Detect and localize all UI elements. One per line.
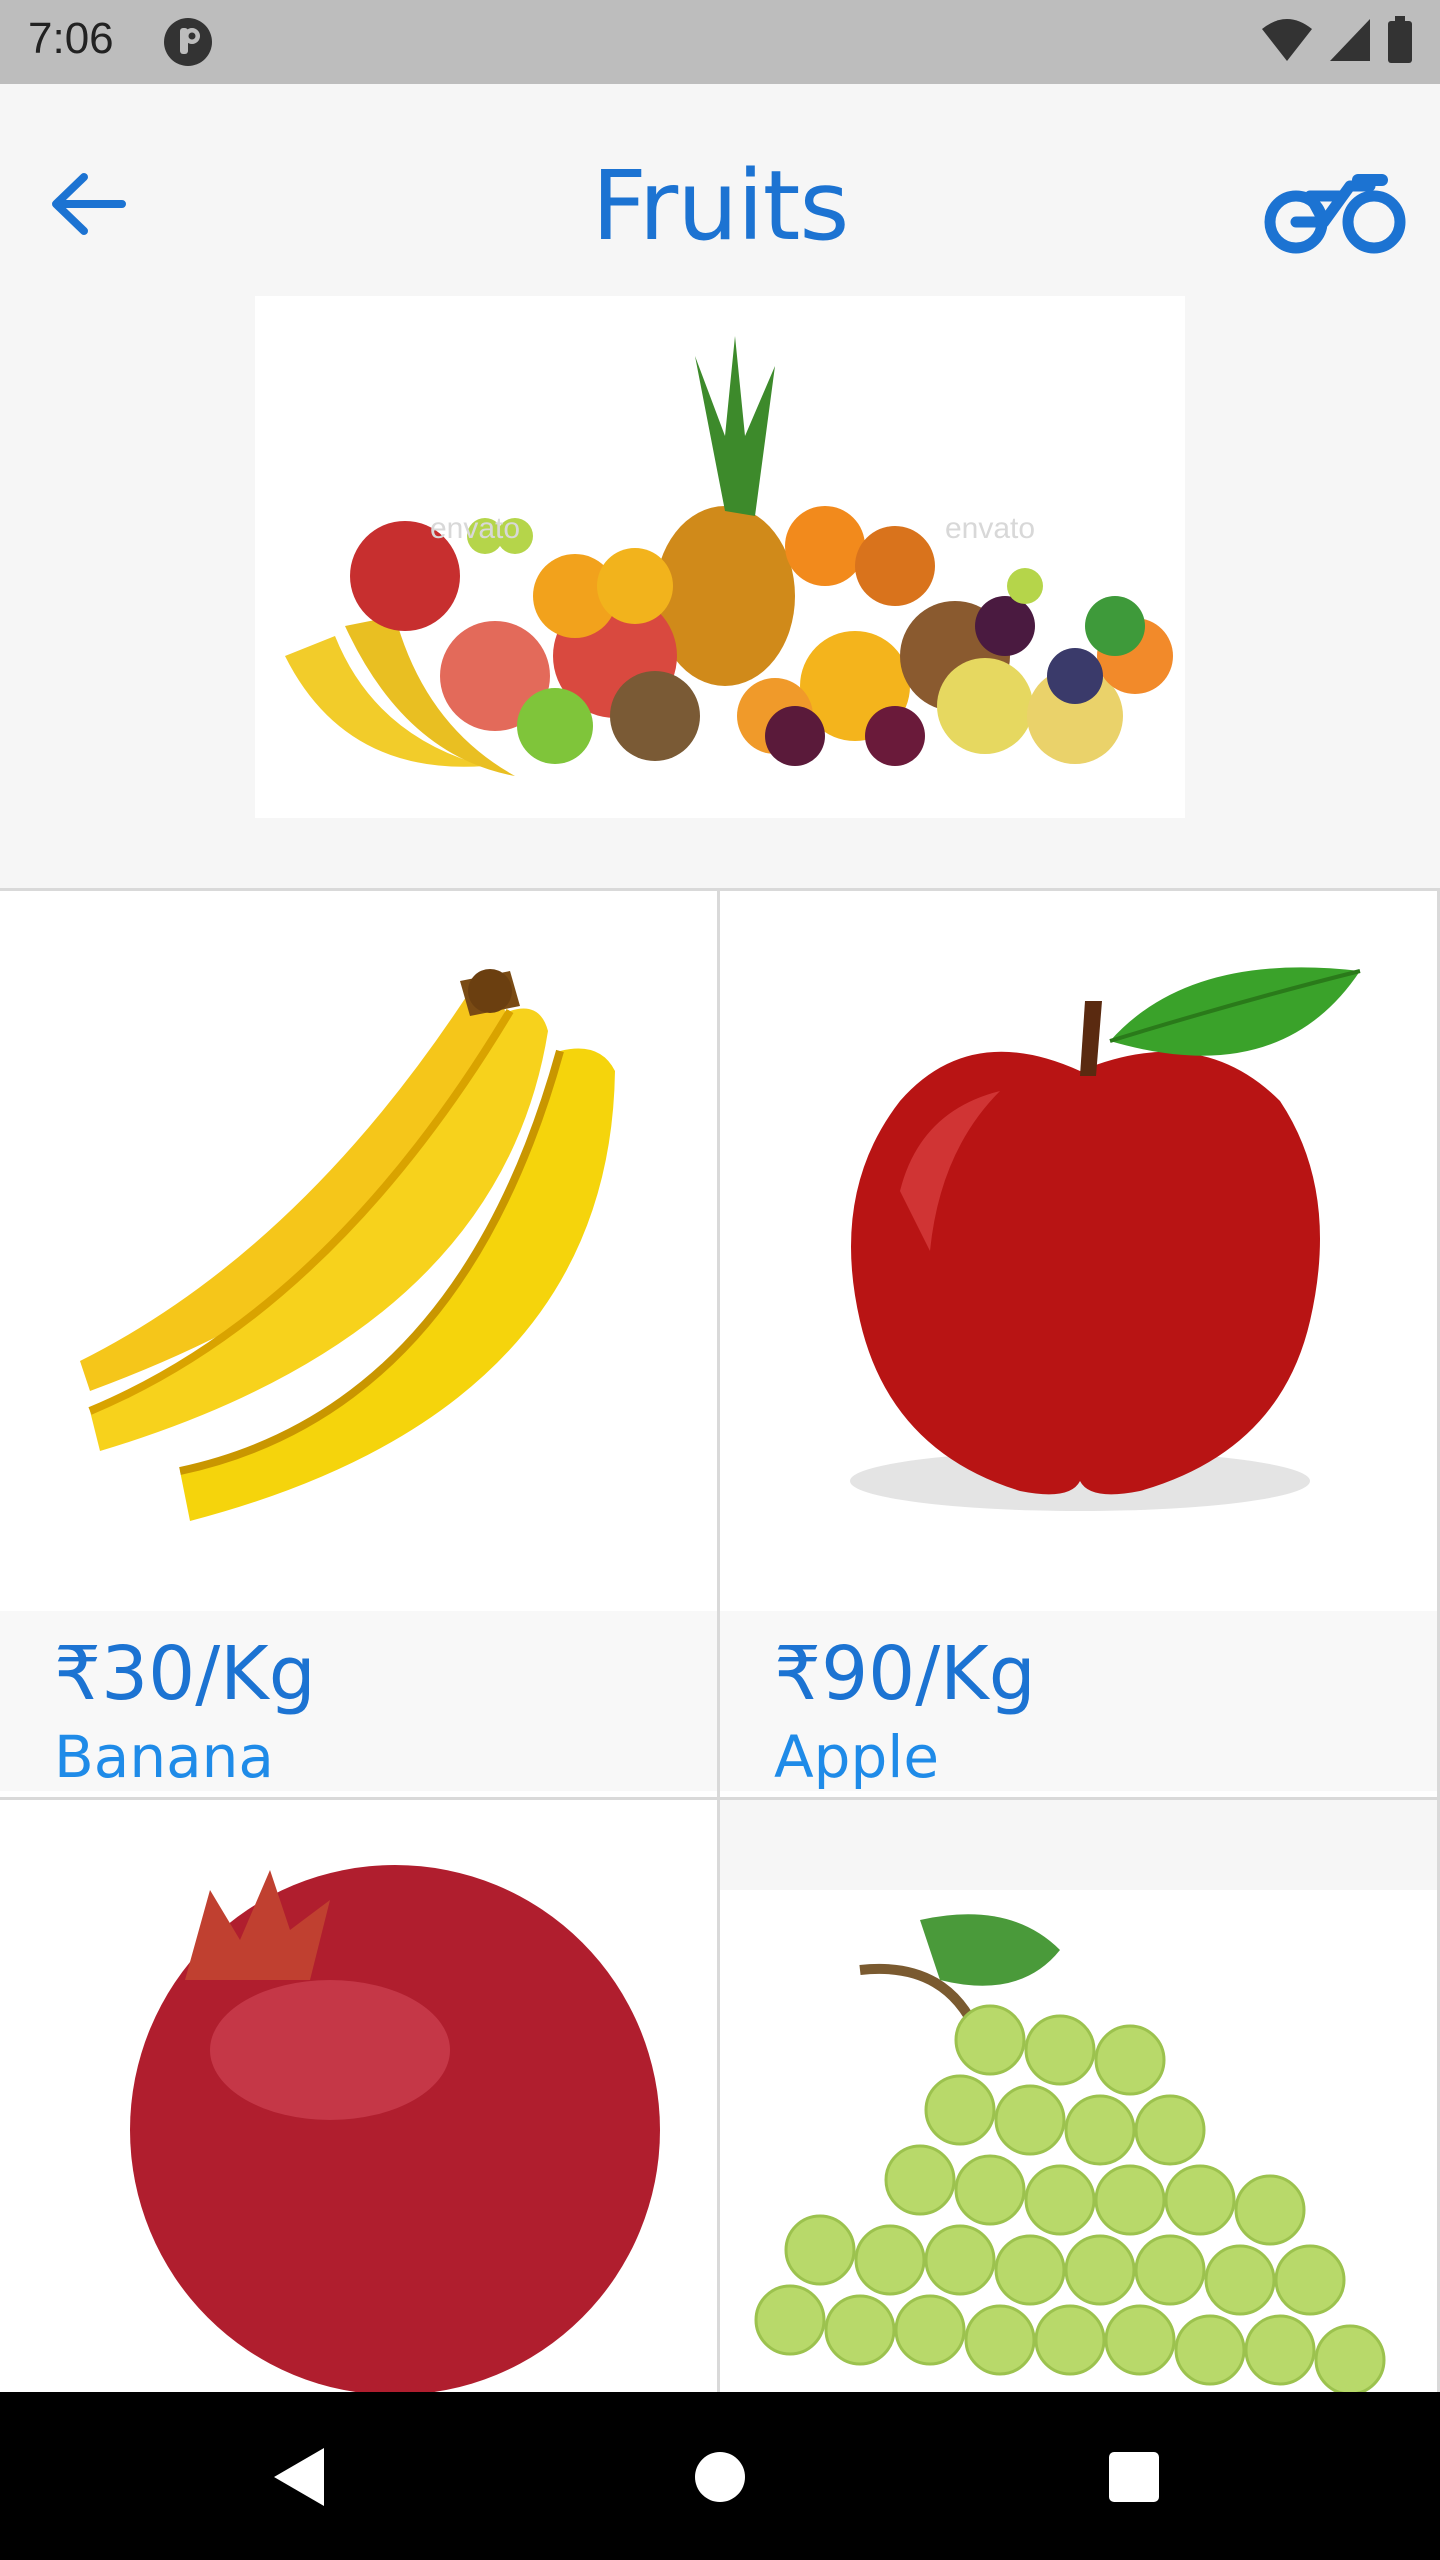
nav-home-button[interactable]: [660, 2432, 780, 2522]
nav-back-button[interactable]: [240, 2432, 360, 2522]
signal-icon: [1328, 17, 1372, 67]
wifi-icon: [1260, 17, 1314, 67]
fruits-banner: envato envato: [255, 296, 1185, 818]
watermark-right: envato: [945, 512, 1035, 545]
back-triangle-icon: [274, 2448, 324, 2506]
system-nav-bar: [0, 2392, 1440, 2560]
status-time: 7:06: [28, 14, 114, 63]
apple-image: [720, 891, 1437, 1611]
recents-square-icon: [1109, 2452, 1159, 2502]
delivery-button[interactable]: [1262, 160, 1410, 260]
banana-image: [0, 891, 717, 1611]
product-info: ₹30/Kg Banana: [0, 1611, 717, 1791]
nav-recents-button[interactable]: [1074, 2432, 1194, 2522]
product-price: ₹90/Kg: [774, 1631, 1036, 1717]
product-price: ₹30/Kg: [54, 1631, 316, 1717]
toolbar: Fruits: [0, 84, 1440, 284]
mixed-fruits-image: envato envato: [255, 296, 1185, 818]
product-card-banana[interactable]: ₹30/Kg Banana: [0, 891, 720, 1800]
product-name: Banana: [54, 1723, 274, 1791]
product-info: ₹90/Kg Apple: [720, 1611, 1437, 1791]
app-notification-icon: [162, 16, 214, 68]
product-name: Apple: [774, 1723, 940, 1791]
product-card-apple[interactable]: ₹90/Kg Apple: [720, 891, 1440, 1800]
status-bar: 7:06: [0, 0, 1440, 84]
bicycle-icon: [1264, 174, 1406, 254]
home-circle-icon: [695, 2452, 745, 2502]
watermark-left: envato: [430, 512, 520, 545]
page-title: Fruits: [591, 150, 850, 262]
battery-icon: [1386, 16, 1414, 68]
